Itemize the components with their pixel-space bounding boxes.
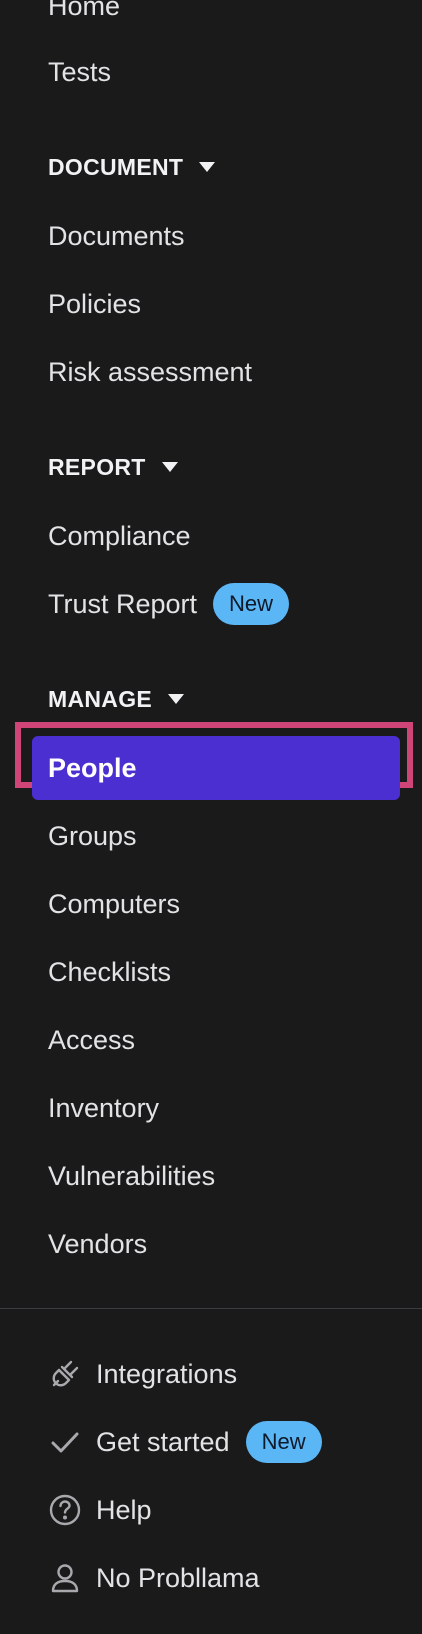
sidebar-item-vendors[interactable]: Vendors [48,1224,147,1264]
check-icon [48,1425,82,1459]
sidebar-item-get-started[interactable]: Get started New [48,1420,322,1464]
new-badge: New [213,582,290,625]
sidebar-item-policies[interactable]: Policies [48,284,141,324]
sidebar-item-inventory[interactable]: Inventory [48,1088,159,1128]
sidebar-item-compliance[interactable]: Compliance [48,516,191,556]
sidebar-item-people[interactable]: People [32,736,400,800]
caret-down-icon [168,693,185,704]
sidebar-item-computers[interactable]: Computers [48,884,180,924]
sidebar-item-vulnerabilities[interactable]: Vulnerabilities [48,1156,215,1196]
user-icon [48,1561,82,1595]
sidebar-item-checklists[interactable]: Checklists [48,952,171,992]
caret-down-icon [199,161,216,172]
help-circle-icon [48,1493,82,1527]
sidebar-item-trust-report[interactable]: Trust Report New [48,582,290,625]
caret-down-icon [161,461,178,472]
sidebar-item-home[interactable]: Home [48,0,120,26]
sidebar-item-label: Help [96,1495,152,1525]
sidebar-item-groups[interactable]: Groups [48,816,137,856]
new-badge: New [245,1420,322,1463]
sidebar-item-label: Trust Report [48,589,198,619]
sidebar-item-tests[interactable]: Tests [48,52,111,92]
section-header-report[interactable]: REPORT [48,450,178,484]
sidebar-item-help[interactable]: Help [48,1488,152,1532]
sidebar-item-label: Get started [96,1427,230,1457]
sidebar-item-account[interactable]: No Probllama [48,1556,260,1600]
section-header-document[interactable]: DOCUMENT [48,150,216,184]
sidebar-item-label: No Probllama [96,1563,260,1593]
sidebar-item-documents[interactable]: Documents [48,216,185,256]
sidebar-item-access[interactable]: Access [48,1020,135,1060]
sidebar-item-risk-assessment[interactable]: Risk assessment [48,352,252,392]
section-title-report: REPORT [48,454,146,480]
plug-icon [48,1357,82,1391]
section-header-manage[interactable]: MANAGE [48,682,185,716]
sidebar-item-integrations[interactable]: Integrations [48,1352,237,1396]
section-title-document: DOCUMENT [48,154,184,180]
sidebar-item-label: Integrations [96,1359,238,1389]
sidebar-divider [0,1308,422,1309]
section-title-manage: MANAGE [48,686,153,712]
